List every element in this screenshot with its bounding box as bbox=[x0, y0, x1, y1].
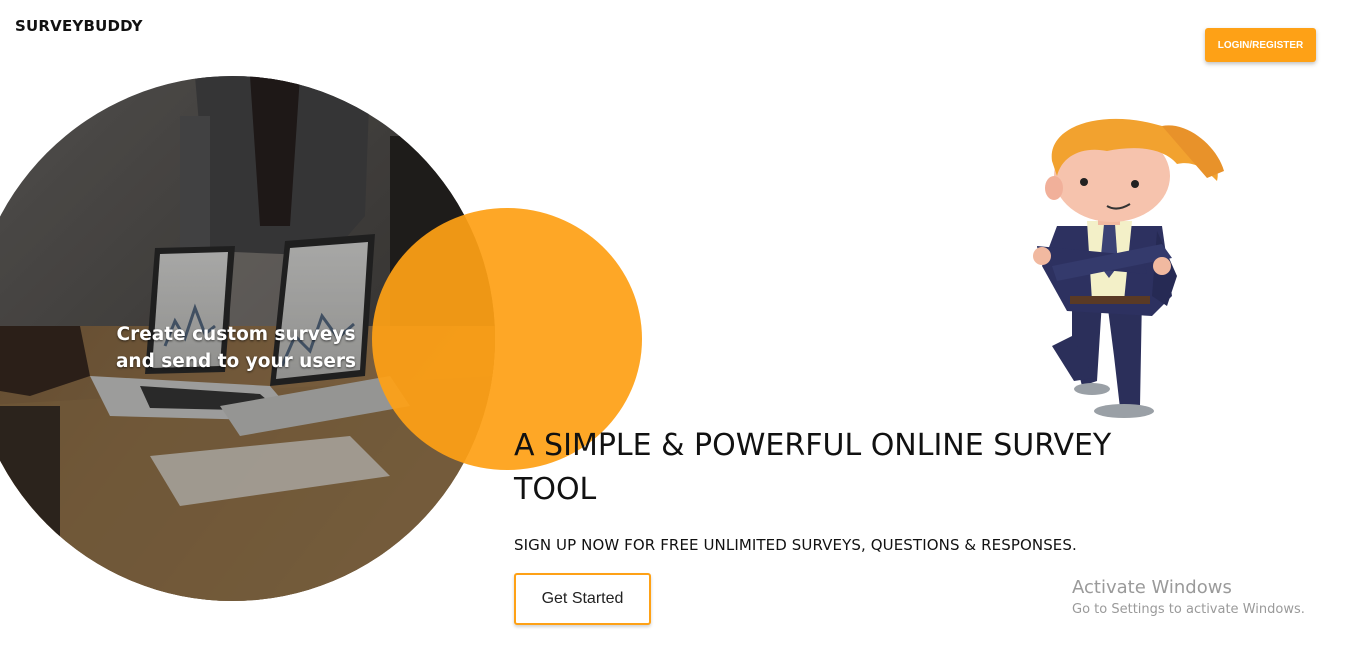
hero-headline: A SIMPLE & POWERFUL ONLINE SURVEY TOOL bbox=[514, 428, 1112, 507]
windows-activation-watermark: Activate Windows Go to Settings to activ… bbox=[1072, 577, 1305, 621]
photo-caption: Create custom surveys and send to your u… bbox=[115, 324, 357, 372]
hero-subtitle: SIGN UP NOW FOR FREE UNLIMITED SURVEYS, … bbox=[514, 536, 1077, 554]
login-register-button[interactable]: LOGIN/REGISTER bbox=[1205, 28, 1316, 62]
watermark-subtitle: Go to Settings to activate Windows. bbox=[1072, 602, 1305, 617]
cartoon-businessman-illustration bbox=[1033, 118, 1224, 418]
get-started-button[interactable]: Get Started bbox=[514, 573, 651, 625]
brand-logo[interactable]: SURVEYBUDDY bbox=[15, 17, 143, 35]
landing-page: SURVEYBUDDY LOGIN/REGISTER Create custom… bbox=[0, 0, 1345, 647]
watermark-title: Activate Windows bbox=[1072, 577, 1232, 598]
